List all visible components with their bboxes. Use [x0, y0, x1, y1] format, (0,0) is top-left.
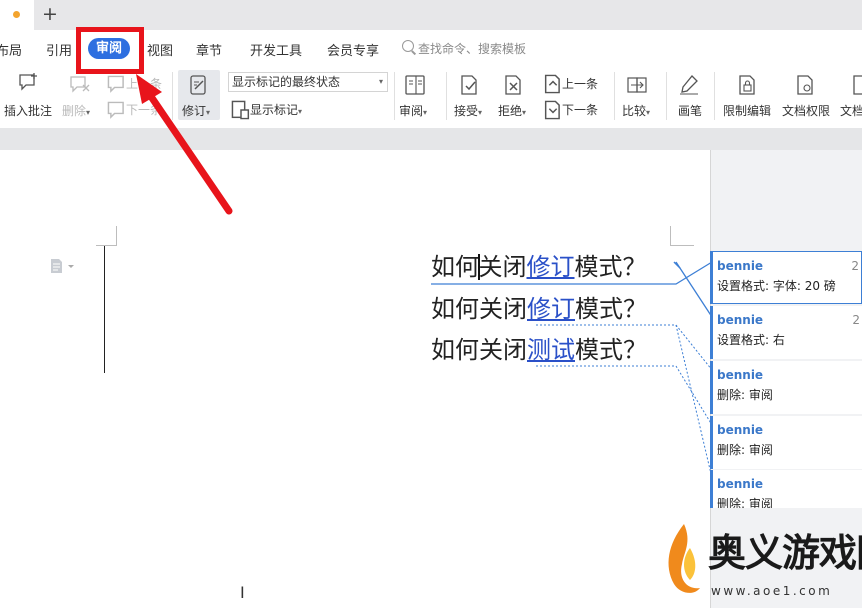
- red-arrow-annotation: [136, 74, 233, 215]
- flame-logo-icon: [668, 524, 700, 593]
- watermark-name: 奥义游戏网: [708, 530, 862, 575]
- wps-writer-window: + 布局 引用 审阅 视图 章节 开发工具 会员专享 查找命令、搜索模板 插入批…: [0, 0, 862, 608]
- watermark-url: www.aoe1.com: [711, 584, 833, 598]
